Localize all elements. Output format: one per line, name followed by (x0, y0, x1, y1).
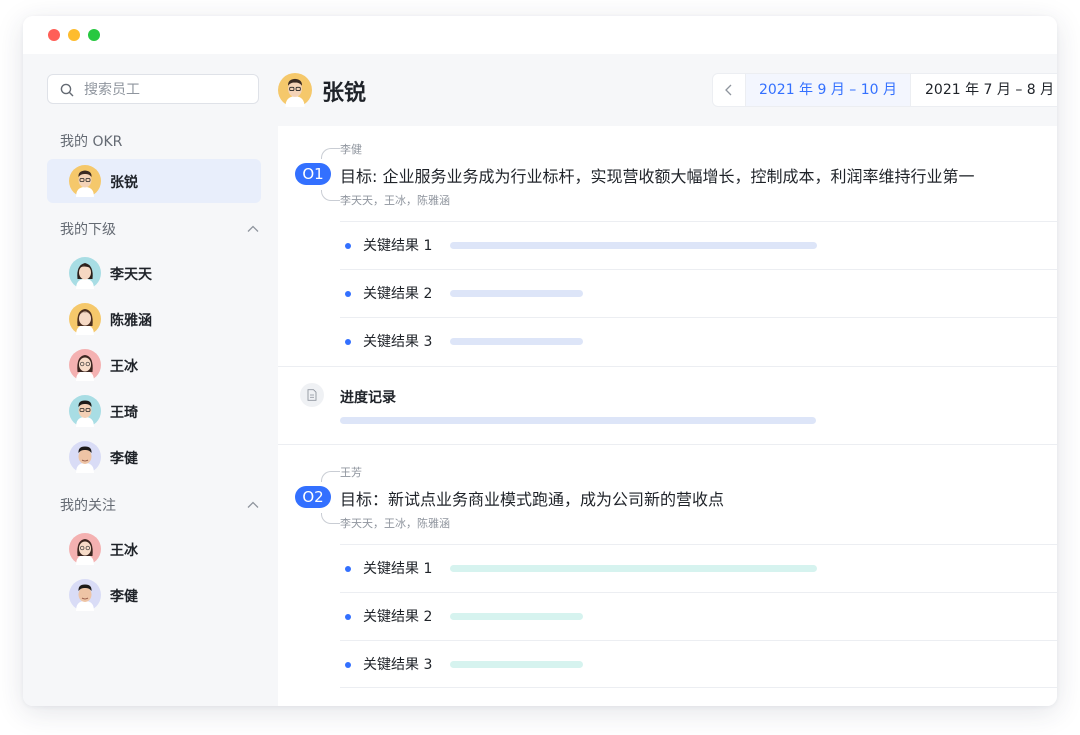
key-result-row[interactable]: 关键结果 1 (340, 544, 1057, 592)
key-result-label: 关键结果 2 (363, 286, 433, 302)
page-title: 张锐 (322, 81, 367, 106)
my-okr-label: 我的 OKR (60, 134, 123, 150)
sidebar-item-label: 王冰 (110, 543, 138, 559)
objective-badge: O2 (295, 486, 331, 508)
avatar (69, 441, 101, 477)
app-content: 我的 OKR 张锐 我的下级 (23, 54, 1057, 706)
key-result-row[interactable]: 关键结果 2 (340, 592, 1057, 640)
title-bar (23, 16, 1057, 54)
key-result-label: 关键结果 3 (363, 334, 433, 350)
objective-title[interactable]: 目标：新试点业务商业模式跑通，成为公司新的营收点 (340, 486, 724, 510)
chevron-left-icon (725, 84, 732, 96)
connector-line (321, 148, 340, 159)
sidebar-item-label: 李健 (110, 451, 138, 467)
sidebar-item-subordinate[interactable]: 王冰 (47, 343, 261, 387)
key-result-row[interactable]: 关键结果 2 (340, 269, 1057, 317)
search-icon (60, 83, 74, 97)
objective-members: 李天天，王冰，陈雅涵 (340, 517, 450, 530)
avatar (278, 73, 312, 111)
chevron-up-icon[interactable] (246, 498, 260, 512)
search-input[interactable] (82, 79, 251, 101)
progress-log-title: 进度记录 (340, 390, 396, 406)
sidebar-item-self[interactable]: 张锐 (47, 159, 261, 203)
key-result-progress-bar (450, 290, 583, 297)
connector-line (321, 190, 340, 201)
close-window-button[interactable] (48, 29, 60, 41)
avatar (69, 349, 101, 385)
avatar (69, 395, 101, 431)
key-result-progress-bar (450, 338, 583, 345)
sidebar-item-label: 李天天 (110, 267, 152, 283)
bullet-icon (345, 291, 351, 297)
sidebar: 我的 OKR 张锐 我的下级 (23, 54, 278, 706)
divider (278, 444, 1057, 445)
key-result-progress-bar (450, 242, 817, 249)
key-result-label: 关键结果 1 (363, 238, 433, 254)
connector-line (321, 513, 340, 524)
maximize-window-button[interactable] (88, 29, 100, 41)
avatar (69, 303, 101, 339)
sidebar-item-subordinate[interactable]: 李健 (47, 435, 261, 479)
period-tab-current[interactable]: 2021 年 9 月 – 10 月 (746, 74, 911, 106)
sidebar-item-label: 王琦 (110, 405, 138, 421)
key-result-row[interactable]: 关键结果 3 (340, 640, 1057, 688)
following-label: 我的关注 (60, 498, 116, 514)
period-selector: 2021 年 9 月 – 10 月 2021 年 7 月 – 8 月 (712, 73, 1057, 107)
key-result-progress-bar (450, 565, 817, 572)
avatar (69, 165, 101, 201)
key-result-progress-bar (450, 613, 583, 620)
sidebar-item-subordinate[interactable]: 陈雅涵 (47, 297, 261, 341)
previous-period-button[interactable] (713, 74, 746, 106)
main-header: 张锐 2021 年 9 月 – 10 月 2021 年 7 月 – 8 月 (278, 54, 1057, 126)
objective-owner: 王芳 (340, 466, 362, 479)
key-result-label: 关键结果 1 (363, 561, 433, 577)
key-result-label: 关键结果 3 (363, 657, 433, 673)
sidebar-item-following[interactable]: 王冰 (47, 527, 261, 571)
sidebar-item-following[interactable]: 李健 (47, 573, 261, 617)
avatar (69, 257, 101, 293)
bullet-icon (345, 566, 351, 572)
key-result-row[interactable]: 关键结果 1 (340, 221, 1057, 269)
subordinates-label: 我的下级 (60, 222, 116, 238)
sidebar-item-label: 张锐 (110, 175, 138, 191)
objective-owner: 李健 (340, 143, 362, 156)
app-window: 我的 OKR 张锐 我的下级 (23, 16, 1057, 706)
sidebar-item-subordinate[interactable]: 王琦 (47, 389, 261, 433)
sidebar-item-label: 李健 (110, 589, 138, 605)
key-result-progress-bar (450, 661, 583, 668)
minimize-window-button[interactable] (68, 29, 80, 41)
bullet-icon (345, 243, 351, 249)
key-result-label: 关键结果 2 (363, 609, 433, 625)
search-box[interactable] (47, 74, 259, 104)
okr-panel: 李健 O1 目标: 企业服务业务成为行业标杆，实现营收额大幅增长，控制成本，利润… (278, 126, 1057, 706)
connector-line (321, 471, 340, 482)
period-tab-previous[interactable]: 2021 年 7 月 – 8 月 (925, 74, 1057, 106)
sidebar-item-label: 陈雅涵 (110, 313, 152, 329)
bullet-icon (345, 662, 351, 668)
progress-log-preview (340, 417, 816, 424)
objective-members: 李天天，王冰，陈雅涵 (340, 194, 450, 207)
bullet-icon (345, 339, 351, 345)
avatar (69, 533, 101, 569)
sidebar-item-label: 王冰 (110, 359, 138, 375)
chevron-up-icon[interactable] (246, 222, 260, 236)
key-result-row[interactable]: 关键结果 3 (340, 317, 1057, 365)
objective-badge: O1 (295, 163, 331, 185)
document-icon (300, 383, 324, 407)
avatar (69, 579, 101, 615)
bullet-icon (345, 614, 351, 620)
sidebar-item-subordinate[interactable]: 李天天 (47, 251, 261, 295)
objective-title[interactable]: 目标: 企业服务业务成为行业标杆，实现营收额大幅增长，控制成本，利润率维持行业第… (340, 163, 974, 187)
progress-log[interactable]: 进度记录 (278, 366, 1057, 446)
